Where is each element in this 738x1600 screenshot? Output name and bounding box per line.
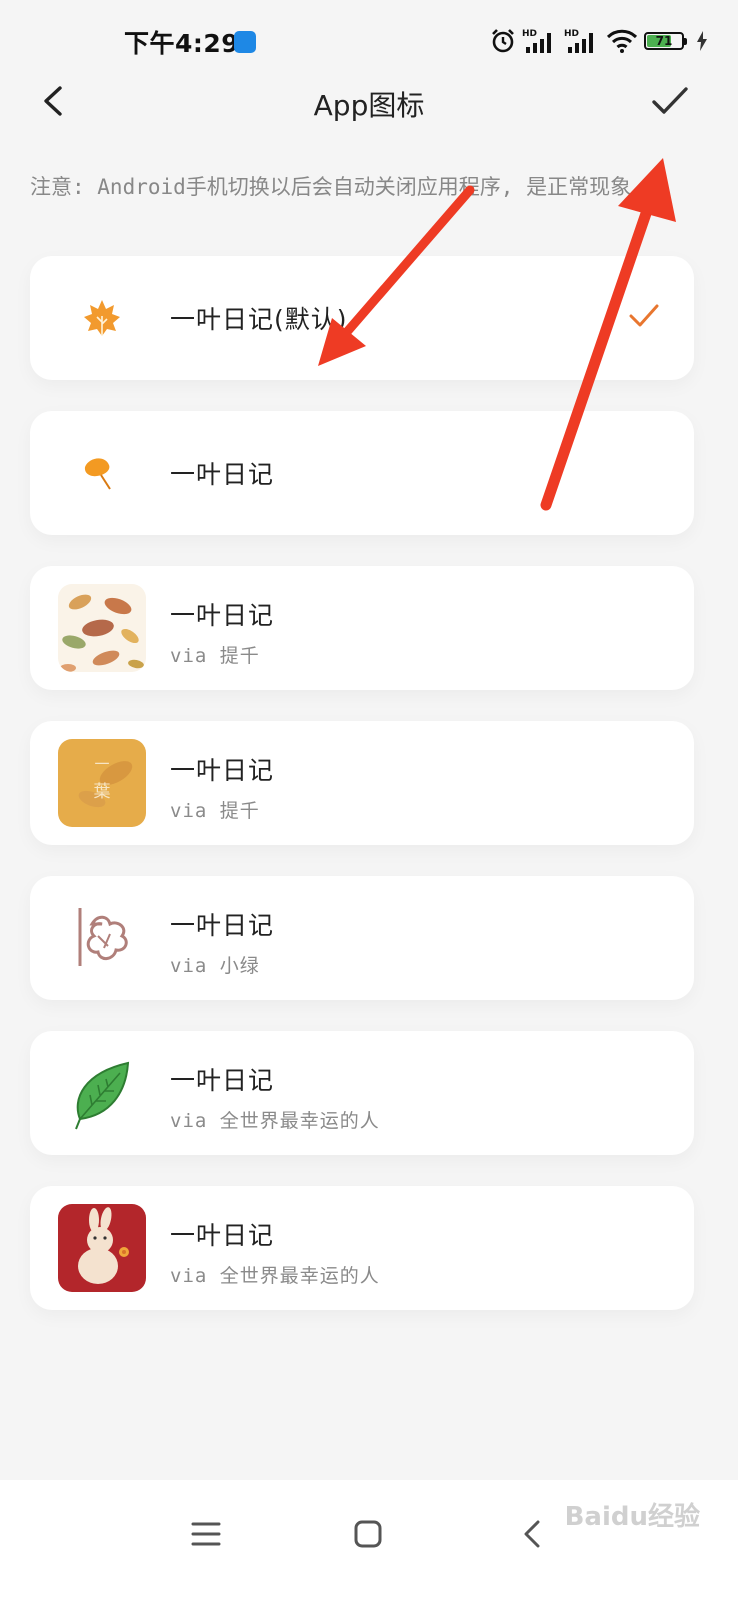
app-header: App图标	[0, 80, 738, 128]
autumn-leaves-pattern-icon	[58, 584, 146, 672]
notification-icon	[234, 31, 256, 53]
icon-option-default[interactable]: 一叶日记(默认)	[30, 256, 694, 380]
icon-option-rabbit[interactable]: 一叶日记 via 全世界最幸运的人	[30, 1186, 694, 1310]
battery-icon: 71	[644, 30, 690, 52]
icon-option-ginkgo[interactable]: 一叶日记	[30, 411, 694, 535]
network-label-1: HD	[522, 29, 537, 39]
icon-option-list: 一叶日记(默认) 一叶日记 一叶日记 via 提千 一 葉 一叶日记 via 提…	[30, 256, 694, 1341]
check-icon	[652, 87, 688, 114]
option-author: via 全世界最幸运的人	[170, 1110, 380, 1132]
system-nav-bar: Baidu经验	[0, 1480, 738, 1600]
nav-back-button[interactable]	[504, 1506, 560, 1562]
icon-text-top: 一	[94, 755, 109, 773]
option-author: via 提千	[170, 645, 260, 667]
option-title: 一叶日记	[170, 460, 275, 489]
option-title: 一叶日记	[170, 601, 275, 630]
icon-option-autumn[interactable]: 一叶日记 via 提千	[30, 566, 694, 690]
ginkgo-leaf-icon	[58, 429, 146, 517]
signal-icon-1: HD	[522, 29, 551, 53]
status-time: 下午4:29	[124, 29, 240, 58]
option-title: 一叶日记(默认)	[170, 305, 348, 334]
icon-option-sketch-flower[interactable]: 一叶日记 via 小绿	[30, 876, 694, 1000]
signal-icon-2: HD	[564, 29, 593, 53]
alarm-icon	[492, 29, 514, 53]
baidu-watermark: Baidu经验	[564, 1502, 700, 1532]
option-author: via 提千	[170, 800, 260, 822]
home-button[interactable]	[340, 1506, 396, 1562]
rabbit-icon	[58, 1204, 146, 1292]
wifi-icon	[606, 29, 638, 53]
battery-level: 71	[655, 34, 673, 48]
option-title: 一叶日记	[170, 756, 275, 785]
icon-text-bottom: 葉	[94, 782, 111, 802]
yellow-square-leaf-icon: 一 葉	[58, 739, 146, 827]
maple-leaf-icon	[58, 274, 146, 362]
charging-icon	[697, 31, 707, 51]
option-title: 一叶日记	[170, 1221, 275, 1250]
option-title: 一叶日记	[170, 911, 275, 940]
home-icon	[354, 1520, 382, 1548]
notice-text: 注意: Android手机切换以后会自动关闭应用程序, 是正常现象	[30, 175, 632, 199]
green-leaf-icon	[58, 1049, 146, 1137]
menu-button[interactable]	[178, 1506, 234, 1562]
network-label-2: HD	[564, 29, 579, 39]
option-author: via 全世界最幸运的人	[170, 1265, 380, 1287]
back-icon	[524, 1520, 540, 1548]
sketch-flower-icon	[58, 894, 146, 982]
selected-check-icon	[629, 304, 659, 327]
page-title: App图标	[313, 89, 425, 122]
option-author: via 小绿	[170, 955, 260, 977]
option-title: 一叶日记	[170, 1066, 275, 1095]
status-icons: HD HD 71	[490, 26, 708, 56]
menu-icon	[191, 1522, 221, 1546]
confirm-button[interactable]	[648, 80, 692, 124]
icon-option-green-leaf[interactable]: 一叶日记 via 全世界最幸运的人	[30, 1031, 694, 1155]
icon-option-yellow-square[interactable]: 一 葉 一叶日记 via 提千	[30, 721, 694, 845]
status-bar: 下午4:29 HD HD 71	[0, 0, 738, 80]
